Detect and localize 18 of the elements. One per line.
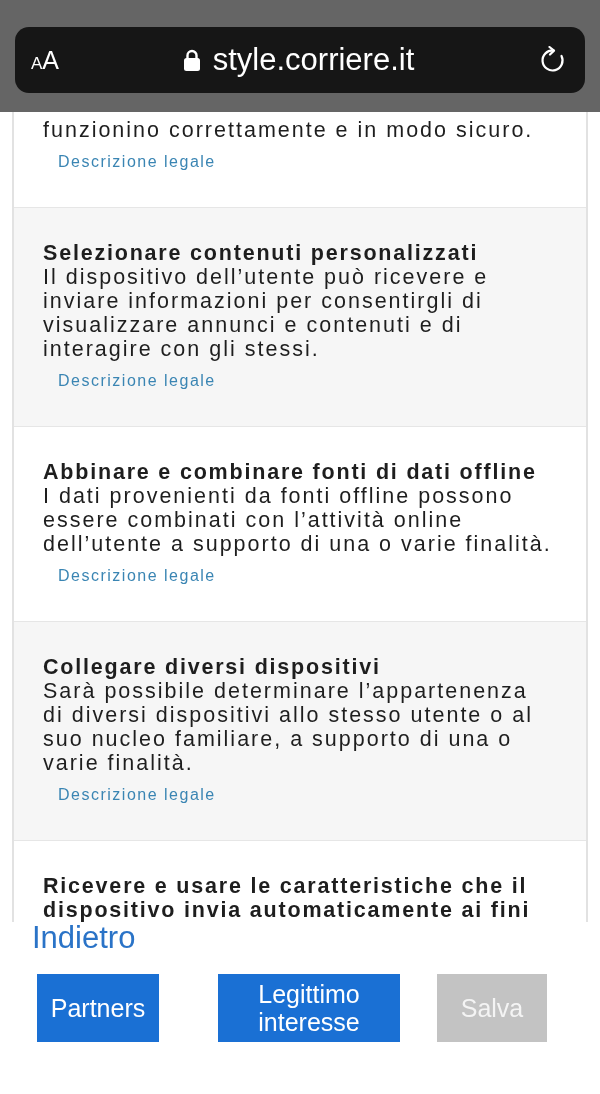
reload-icon[interactable] (539, 46, 565, 74)
purpose-title: Collegare diversi dispositivi (43, 655, 382, 679)
purpose-description: Sarà possibile determinare l’appartenenza di diversi dispositivi allo stesso utente o al suo nucleo familiare, a supporto di una o varie finalità. (43, 679, 534, 775)
action-button[interactable]: Legittimo interesse (218, 974, 400, 1042)
purpose-title: Selezionare contenuti personalizzati (43, 241, 480, 265)
legal-description-link[interactable]: Descrizione legale (58, 566, 216, 586)
purpose-description: Il dispositivo dell’utente può ricevere e inviare informazioni per consentirgli di visualizzare annunci e contenuti e di interagire con gli stessi. (43, 265, 490, 361)
purpose-title: Ricevere e usare le caratteristiche che il dispositivo invia automaticamente ai fini (43, 874, 532, 922)
purpose-title: Abbinare e combinare fonti di dati offline (43, 460, 538, 484)
text-size-button[interactable]: AA (31, 45, 60, 75)
purpose-description: I dati provenienti da fonti offline possono essere combinati con l’attività online dell’utente a supporto di una o varie finalità. (43, 484, 553, 556)
purpose-description: funzionino correttamente e in modo sicuro. (43, 118, 535, 142)
legal-description-link[interactable]: Descrizione legale (58, 371, 216, 391)
action-button[interactable]: Partners (37, 974, 159, 1042)
legal-description-link[interactable]: Descrizione legale (58, 785, 216, 805)
legal-description-link[interactable]: Descrizione legale (58, 152, 216, 172)
back-link[interactable]: Indietro (32, 922, 136, 954)
url-text[interactable]: style.corriere.it (212, 42, 415, 78)
